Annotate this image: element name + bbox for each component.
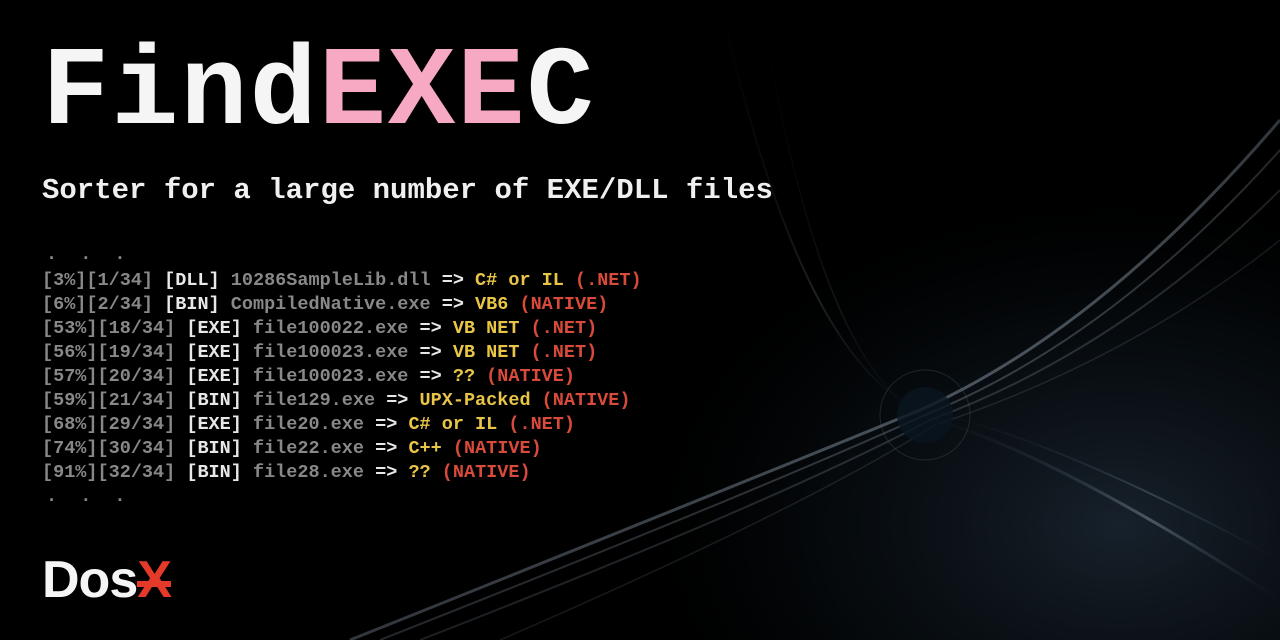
filename: file28.exe (253, 462, 364, 483)
filename: 10286SampleLib.dll (231, 270, 431, 291)
file-tag: [EXE] (186, 366, 242, 387)
output-line: [91%][32/34] [BIN] file28.exe => ?? (NAT… (42, 461, 1238, 485)
arrow: => (442, 270, 464, 291)
progress-counter: [56%][19/34] (42, 342, 175, 363)
platform: (.NET) (575, 270, 642, 291)
logo-part2: X (137, 551, 171, 609)
output-line: [74%][30/34] [BIN] file22.exe => C++ (NA… (42, 437, 1238, 461)
language: VB NET (453, 318, 520, 339)
arrow: => (386, 390, 408, 411)
arrow: => (420, 366, 442, 387)
arrow: => (442, 294, 464, 315)
language: C# or IL (475, 270, 564, 291)
arrow: => (375, 462, 397, 483)
language: C++ (408, 438, 441, 459)
brand-logo: DosX (42, 550, 171, 610)
platform: (NATIVE) (442, 462, 531, 483)
progress-counter: [53%][18/34] (42, 318, 175, 339)
output-line: [57%][20/34] [EXE] file100023.exe => ?? … (42, 365, 1238, 389)
file-tag: [BIN] (186, 462, 242, 483)
progress-counter: [3%][1/34] (42, 270, 153, 291)
logo-part1: Dos (42, 551, 137, 609)
platform: (NATIVE) (453, 438, 542, 459)
file-tag: [EXE] (186, 414, 242, 435)
app-subtitle: Sorter for a large number of EXE/DLL fil… (42, 174, 1238, 207)
progress-counter: [91%][32/34] (42, 462, 175, 483)
terminal-output: . . . [3%][1/34] [DLL] 10286SampleLib.dl… (42, 243, 1238, 510)
ellipsis-top: . . . (46, 243, 1238, 267)
file-tag: [BIN] (186, 390, 242, 411)
output-line: [6%][2/34] [BIN] CompiledNative.exe => V… (42, 293, 1238, 317)
progress-counter: [59%][21/34] (42, 390, 175, 411)
filename: file129.exe (253, 390, 375, 411)
filename: CompiledNative.exe (231, 294, 431, 315)
title-part1: Find (42, 30, 319, 157)
output-line: [59%][21/34] [BIN] file129.exe => UPX-Pa… (42, 389, 1238, 413)
progress-counter: [57%][20/34] (42, 366, 175, 387)
progress-counter: [68%][29/34] (42, 414, 175, 435)
arrow: => (375, 414, 397, 435)
language: VB6 (475, 294, 508, 315)
filename: file100023.exe (253, 342, 408, 363)
platform: (NATIVE) (542, 390, 631, 411)
ellipsis-bottom: . . . (46, 485, 1238, 509)
language: UPX-Packed (420, 390, 531, 411)
title-part2: EXE (319, 30, 527, 157)
language: ?? (453, 366, 475, 387)
output-line: [56%][19/34] [EXE] file100023.exe => VB … (42, 341, 1238, 365)
platform: (.NET) (508, 414, 575, 435)
filename: file20.exe (253, 414, 364, 435)
app-title: FindEXEC (42, 38, 1238, 150)
file-tag: [DLL] (164, 270, 220, 291)
output-line: [68%][29/34] [EXE] file20.exe => C# or I… (42, 413, 1238, 437)
file-tag: [EXE] (186, 342, 242, 363)
arrow: => (375, 438, 397, 459)
arrow: => (420, 318, 442, 339)
output-line: [3%][1/34] [DLL] 10286SampleLib.dll => C… (42, 269, 1238, 293)
language: ?? (408, 462, 430, 483)
progress-counter: [74%][30/34] (42, 438, 175, 459)
platform: (NATIVE) (486, 366, 575, 387)
arrow: => (420, 342, 442, 363)
language: VB NET (453, 342, 520, 363)
platform: (NATIVE) (519, 294, 608, 315)
filename: file100023.exe (253, 366, 408, 387)
file-tag: [BIN] (186, 438, 242, 459)
progress-counter: [6%][2/34] (42, 294, 153, 315)
filename: file100022.exe (253, 318, 408, 339)
output-line: [53%][18/34] [EXE] file100022.exe => VB … (42, 317, 1238, 341)
file-tag: [EXE] (186, 318, 242, 339)
platform: (.NET) (531, 342, 598, 363)
platform: (.NET) (531, 318, 598, 339)
file-tag: [BIN] (164, 294, 220, 315)
filename: file22.exe (253, 438, 364, 459)
language: C# or IL (408, 414, 497, 435)
title-part3: C (526, 30, 595, 157)
